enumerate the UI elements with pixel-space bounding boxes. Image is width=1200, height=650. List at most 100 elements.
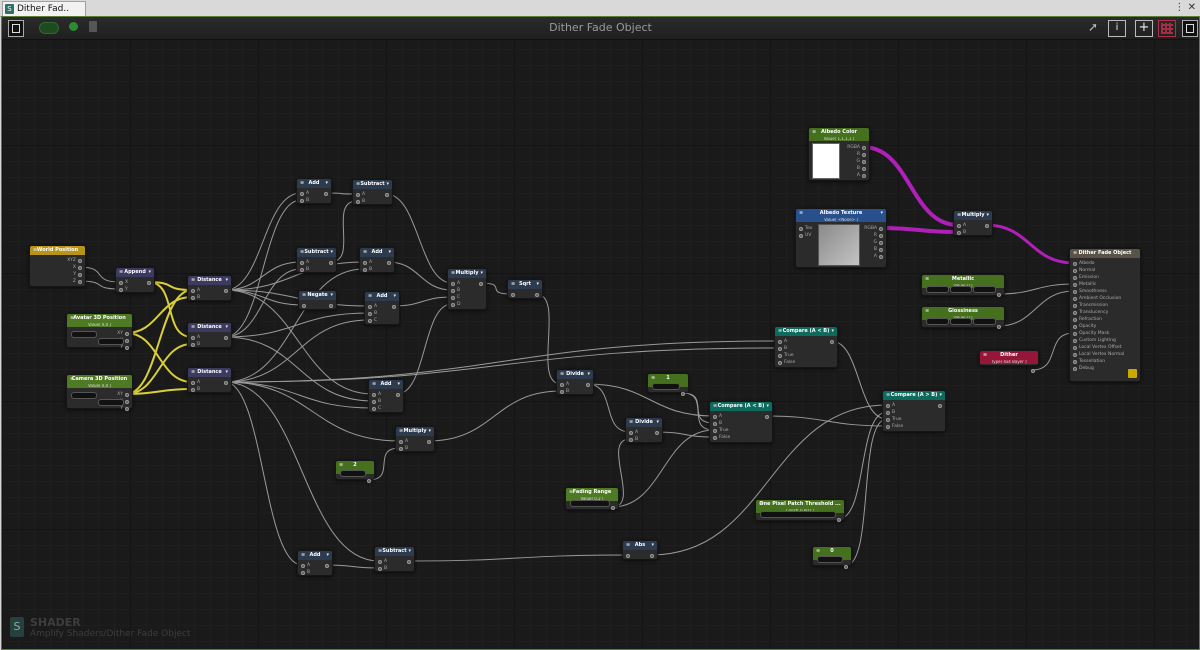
- expand-icon[interactable]: ≡: [886, 391, 890, 400]
- dropdown-icon[interactable]: ▾: [880, 209, 883, 218]
- output-port[interactable]: [427, 440, 431, 444]
- output-port[interactable]: [329, 261, 333, 265]
- node-fading[interactable]: ≡ Fading Range Value( 0,2 ): [565, 487, 619, 510]
- output-port[interactable]: [879, 227, 883, 231]
- input-port[interactable]: [778, 340, 782, 344]
- input-port[interactable]: [629, 438, 633, 442]
- output-port[interactable]: [224, 336, 228, 340]
- input-port[interactable]: [511, 293, 515, 297]
- input-port[interactable]: [451, 303, 455, 307]
- wire[interactable]: [224, 340, 780, 383]
- expand-icon[interactable]: ≡: [302, 291, 306, 300]
- expand-icon[interactable]: ≡: [339, 461, 343, 470]
- output-port[interactable]: [879, 255, 883, 259]
- input-port[interactable]: [713, 415, 717, 419]
- expand-icon[interactable]: ≡: [70, 375, 74, 384]
- output-port[interactable]: [125, 346, 129, 350]
- node-dist1[interactable]: ≡ Distance ▾ A B: [187, 275, 232, 301]
- input-port[interactable]: [301, 571, 305, 575]
- node-header[interactable]: ≡ 2: [336, 461, 374, 470]
- input-port[interactable]: [191, 388, 195, 392]
- expand-icon[interactable]: ≡: [451, 269, 455, 278]
- node-albedo-color[interactable]: ≡ Albedo Color Value( 1,1,1,1 ) RGBA R G B A: [808, 127, 870, 181]
- node-const0[interactable]: ≡0Const( 0 ): [812, 546, 852, 569]
- node-canvas[interactable]: ≡ World Position XYZ X Y Z ≡ Avatar 3D Position…: [1, 16, 1200, 650]
- dropdown-icon[interactable]: ▾: [480, 269, 483, 278]
- input-port[interactable]: [300, 268, 304, 272]
- output-port[interactable]: [655, 431, 659, 435]
- node-header[interactable]: ≡ Distance ▾: [188, 276, 231, 285]
- input-port[interactable]: [119, 288, 123, 292]
- input-port[interactable]: [1073, 353, 1077, 357]
- input-port[interactable]: [799, 234, 803, 238]
- input-port[interactable]: [378, 567, 382, 571]
- node-add1[interactable]: ≡ Add ▾ A B: [296, 178, 332, 204]
- wire[interactable]: [325, 564, 380, 569]
- expand-icon[interactable]: ≡: [778, 327, 782, 336]
- dropdown-icon[interactable]: ▾: [397, 380, 400, 389]
- expand-icon[interactable]: ≡: [983, 351, 987, 360]
- value-field[interactable]: [98, 338, 124, 345]
- node-metallic[interactable]: ≡MetallicValue( 0 ): [921, 274, 1005, 297]
- input-port[interactable]: [372, 407, 376, 411]
- input-port[interactable]: [1073, 262, 1077, 266]
- input-port[interactable]: [356, 193, 360, 197]
- dropdown-icon[interactable]: ▾: [986, 211, 989, 220]
- output-port[interactable]: [765, 415, 769, 419]
- node-compare1[interactable]: ≡ Compare (A < B) ▾ A B True False: [709, 401, 773, 443]
- dropdown-icon[interactable]: ▾: [536, 280, 539, 289]
- input-port[interactable]: [300, 199, 304, 203]
- node-header[interactable]: ≡ Multiply ▾: [448, 269, 486, 278]
- input-port[interactable]: [886, 425, 890, 429]
- input-port[interactable]: [1073, 311, 1077, 315]
- input-port[interactable]: [629, 431, 633, 435]
- node-multiply1[interactable]: ≡ Multiply ▾ A B C D: [447, 268, 487, 310]
- input-port[interactable]: [191, 343, 195, 347]
- input-port[interactable]: [560, 383, 564, 387]
- node-header[interactable]: ≡ Multiply ▾: [954, 211, 992, 220]
- output-port[interactable]: [862, 174, 866, 178]
- texture-preview[interactable]: [818, 224, 860, 266]
- dropdown-icon[interactable]: ▾: [587, 370, 590, 379]
- expand-icon[interactable]: ≡: [378, 547, 382, 556]
- node-header[interactable]: ≡ 1: [648, 374, 688, 383]
- collapse-button[interactable]: [1182, 20, 1198, 37]
- output-port[interactable]: [862, 153, 866, 157]
- input-port[interactable]: [451, 296, 455, 300]
- node-header[interactable]: ≡ Negate ▾: [299, 291, 336, 300]
- output-port[interactable]: [479, 282, 483, 286]
- input-port[interactable]: [1073, 290, 1077, 294]
- node-subtract2[interactable]: ≡ Subtract ▾ A B: [296, 247, 337, 273]
- input-port[interactable]: [799, 227, 803, 231]
- wire[interactable]: [224, 381, 374, 409]
- input-port[interactable]: [957, 224, 961, 228]
- value-field[interactable]: [973, 318, 996, 325]
- node-header[interactable]: ≡ Subtract ▾: [353, 180, 392, 189]
- expand-icon[interactable]: ≡: [119, 268, 123, 277]
- node-add2[interactable]: ≡ Add ▾ A B: [359, 247, 395, 273]
- input-port[interactable]: [1073, 276, 1077, 280]
- input-port[interactable]: [1073, 269, 1077, 273]
- node-sqrt[interactable]: ≡ Sqrt ▾: [507, 279, 543, 299]
- node-divide1[interactable]: ≡ Divide ▾ A B: [556, 369, 594, 395]
- node-negate[interactable]: ≡ Negate ▾: [298, 290, 337, 310]
- input-port[interactable]: [713, 429, 717, 433]
- expand-icon[interactable]: ≡: [925, 307, 929, 316]
- node-header[interactable]: ≡ Dither Fade Object: [1070, 249, 1140, 258]
- output-port[interactable]: [1031, 369, 1035, 373]
- node-header[interactable]: ≡ Compare (A < B) ▾: [775, 327, 837, 336]
- info-button[interactable]: i: [1108, 20, 1126, 37]
- output-port[interactable]: [329, 304, 333, 308]
- node-header[interactable]: ≡ Divide ▾: [626, 418, 662, 427]
- wire[interactable]: [224, 381, 303, 566]
- output-port[interactable]: [367, 479, 371, 483]
- node-dist3[interactable]: ≡ Distance ▾ A B: [187, 367, 232, 393]
- node-header[interactable]: ≡ Divide ▾: [557, 370, 593, 379]
- output-port[interactable]: [224, 381, 228, 385]
- node-divide2[interactable]: ≡ Divide ▾ A B: [625, 417, 663, 443]
- expand-icon[interactable]: ≡: [372, 380, 376, 389]
- node-subtract3[interactable]: ≡ Subtract ▾ A B: [374, 546, 415, 572]
- dropdown-icon[interactable]: ▾: [148, 268, 151, 277]
- dropdown-icon[interactable]: ▾: [225, 368, 228, 377]
- node-abs[interactable]: ≡ Abs ▾: [622, 540, 658, 560]
